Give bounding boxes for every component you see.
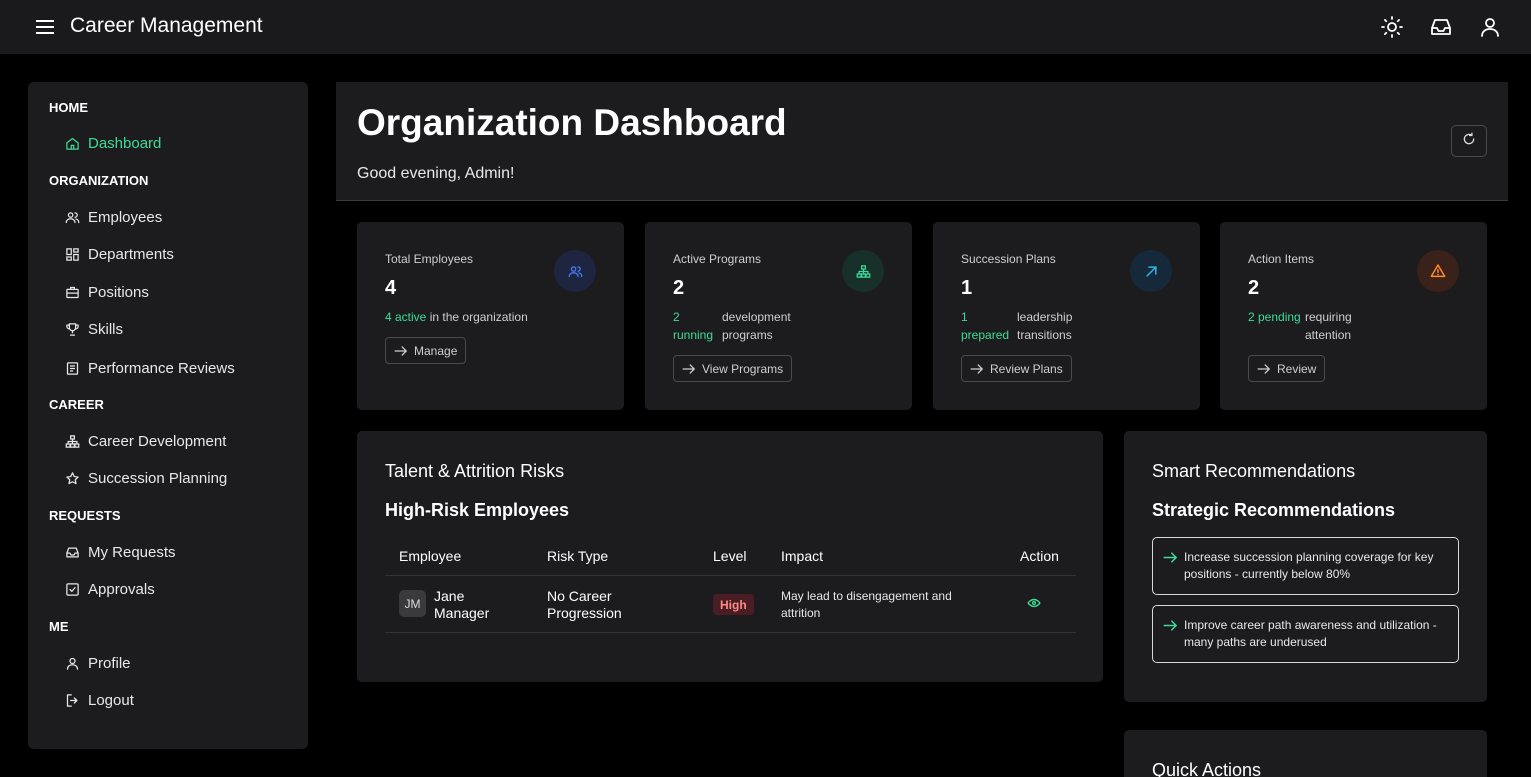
- column-header-action: Action: [1020, 548, 1059, 564]
- stat-card-active-programs: Active Programs 2 2 running development p…: [645, 222, 912, 410]
- stat-subtext: 2 running development programs: [673, 310, 791, 342]
- greeting-text: Good evening, Admin!: [357, 165, 515, 182]
- section-label-home: HOME: [49, 100, 88, 115]
- users-icon: [64, 209, 80, 225]
- view-programs-button[interactable]: View Programs: [673, 355, 793, 382]
- grid-icon: [64, 246, 80, 262]
- arrow-up-right-icon: [1130, 250, 1172, 292]
- hierarchy-icon: [842, 250, 884, 292]
- sidebar-item-skills[interactable]: Skills: [64, 314, 294, 344]
- person-icon: [64, 655, 80, 671]
- sidebar-item-positions[interactable]: Positions: [64, 277, 294, 307]
- arrow-right-icon: [1163, 619, 1178, 637]
- stat-label: Active Programs: [673, 252, 762, 266]
- stat-card-action-items: Action Items 2 2 pending requiring attent…: [1220, 222, 1487, 410]
- table-divider: [385, 632, 1076, 633]
- sidebar-item-career-development[interactable]: Career Development: [64, 426, 294, 456]
- arrow-right-icon: [1257, 363, 1271, 375]
- manage-button[interactable]: Manage: [385, 337, 467, 364]
- impact-text: May lead to disengagement and attrition: [781, 589, 952, 620]
- stat-label: Total Employees: [385, 252, 474, 266]
- review-plans-button[interactable]: Review Plans: [961, 355, 1072, 382]
- stat-card-total-employees: Total Employees 4 4 active in the organi…: [357, 222, 624, 410]
- stat-value: 2: [1248, 277, 1260, 299]
- checkbox-icon: [64, 581, 80, 597]
- document-icon: [64, 360, 80, 376]
- recommendation-item[interactable]: Increase succession planning coverage fo…: [1152, 537, 1459, 595]
- briefcase-icon: [64, 284, 80, 300]
- card-title: Smart Recommendations: [1152, 461, 1356, 481]
- stat-subtext: 4 active in the organization: [385, 310, 528, 324]
- warning-icon: [1417, 250, 1459, 292]
- section-label-me: ME: [49, 619, 69, 634]
- stat-subtext: 2 pending requiring attention: [1248, 310, 1352, 342]
- sidebar-item-profile[interactable]: Profile: [64, 648, 294, 678]
- stat-value: 1: [961, 277, 973, 299]
- section-label-organization: ORGANIZATION: [49, 173, 149, 188]
- account-icon[interactable]: [1478, 15, 1502, 39]
- home-icon: [64, 135, 80, 151]
- column-header-employee: Employee: [399, 548, 462, 564]
- sidebar-item-logout[interactable]: Logout: [64, 685, 294, 715]
- sidebar: HOME Dashboard ORGANIZATION Employees De…: [28, 82, 308, 749]
- refresh-button[interactable]: [1451, 125, 1487, 157]
- card-title: Quick Actions: [1152, 760, 1262, 777]
- table-divider: [385, 575, 1076, 576]
- section-label-requests: REQUESTS: [49, 508, 121, 523]
- sidebar-item-departments[interactable]: Departments: [64, 239, 294, 269]
- page-header: Organization Dashboard Good evening, Adm…: [336, 82, 1508, 201]
- column-header-level: Level: [713, 548, 747, 564]
- trophy-icon: [64, 321, 80, 337]
- stat-card-succession-plans: Succession Plans 1 1 prepared leadership …: [933, 222, 1200, 410]
- sidebar-item-my-requests[interactable]: My Requests: [64, 537, 294, 567]
- stat-label: Succession Plans: [961, 252, 1056, 266]
- stat-value: 4: [385, 277, 397, 299]
- sidebar-item-performance-reviews[interactable]: Performance Reviews: [64, 353, 294, 383]
- arrow-right-icon: [394, 345, 408, 357]
- sun-icon[interactable]: [1380, 15, 1404, 39]
- page-title: Organization Dashboard: [357, 102, 787, 143]
- logout-icon: [64, 692, 80, 708]
- refresh-icon: [1462, 132, 1476, 151]
- avatar: JM: [399, 590, 426, 617]
- stat-value: 2: [673, 277, 685, 299]
- review-button[interactable]: Review: [1248, 355, 1326, 382]
- arrow-right-icon: [970, 363, 984, 375]
- inbox-icon[interactable]: [1429, 15, 1453, 39]
- level-badge: High: [713, 594, 754, 615]
- quick-actions-card: Quick Actions: [1124, 730, 1487, 777]
- sidebar-item-succession-planning[interactable]: Succession Planning: [64, 463, 294, 493]
- inbox-icon: [64, 544, 80, 560]
- card-title: Talent & Attrition Risks: [385, 461, 565, 481]
- hierarchy-icon: [64, 433, 80, 449]
- talent-risks-card: Talent & Attrition Risks High-Risk Emplo…: [357, 431, 1103, 682]
- arrow-right-icon: [1163, 551, 1178, 569]
- menu-icon[interactable]: [34, 17, 56, 37]
- card-subtitle: High-Risk Employees: [385, 500, 570, 520]
- sidebar-item-approvals[interactable]: Approvals: [64, 574, 294, 604]
- column-header-risk-type: Risk Type: [547, 548, 609, 564]
- view-icon[interactable]: [1027, 596, 1041, 610]
- card-subtitle: Strategic Recommendations: [1152, 500, 1396, 520]
- sidebar-item-dashboard[interactable]: Dashboard: [64, 128, 294, 158]
- stat-subtext: 1 prepared leadership transitions: [961, 310, 1073, 342]
- section-label-career: CAREER: [49, 397, 104, 412]
- risk-type: No Career Progression: [547, 588, 622, 621]
- star-icon: [64, 470, 80, 486]
- column-header-impact: Impact: [781, 548, 824, 564]
- app-title: Career Management: [70, 14, 263, 37]
- sidebar-item-employees[interactable]: Employees: [64, 202, 294, 232]
- top-app-bar: Career Management: [0, 0, 1531, 54]
- stat-label: Action Items: [1248, 252, 1315, 266]
- employee-name: Jane Manager: [434, 588, 490, 621]
- users-icon: [554, 250, 596, 292]
- recommendations-card: Smart Recommendations Strategic Recommen…: [1124, 431, 1487, 702]
- arrow-right-icon: [682, 363, 696, 375]
- recommendation-item[interactable]: Improve career path awareness and utiliz…: [1152, 605, 1459, 663]
